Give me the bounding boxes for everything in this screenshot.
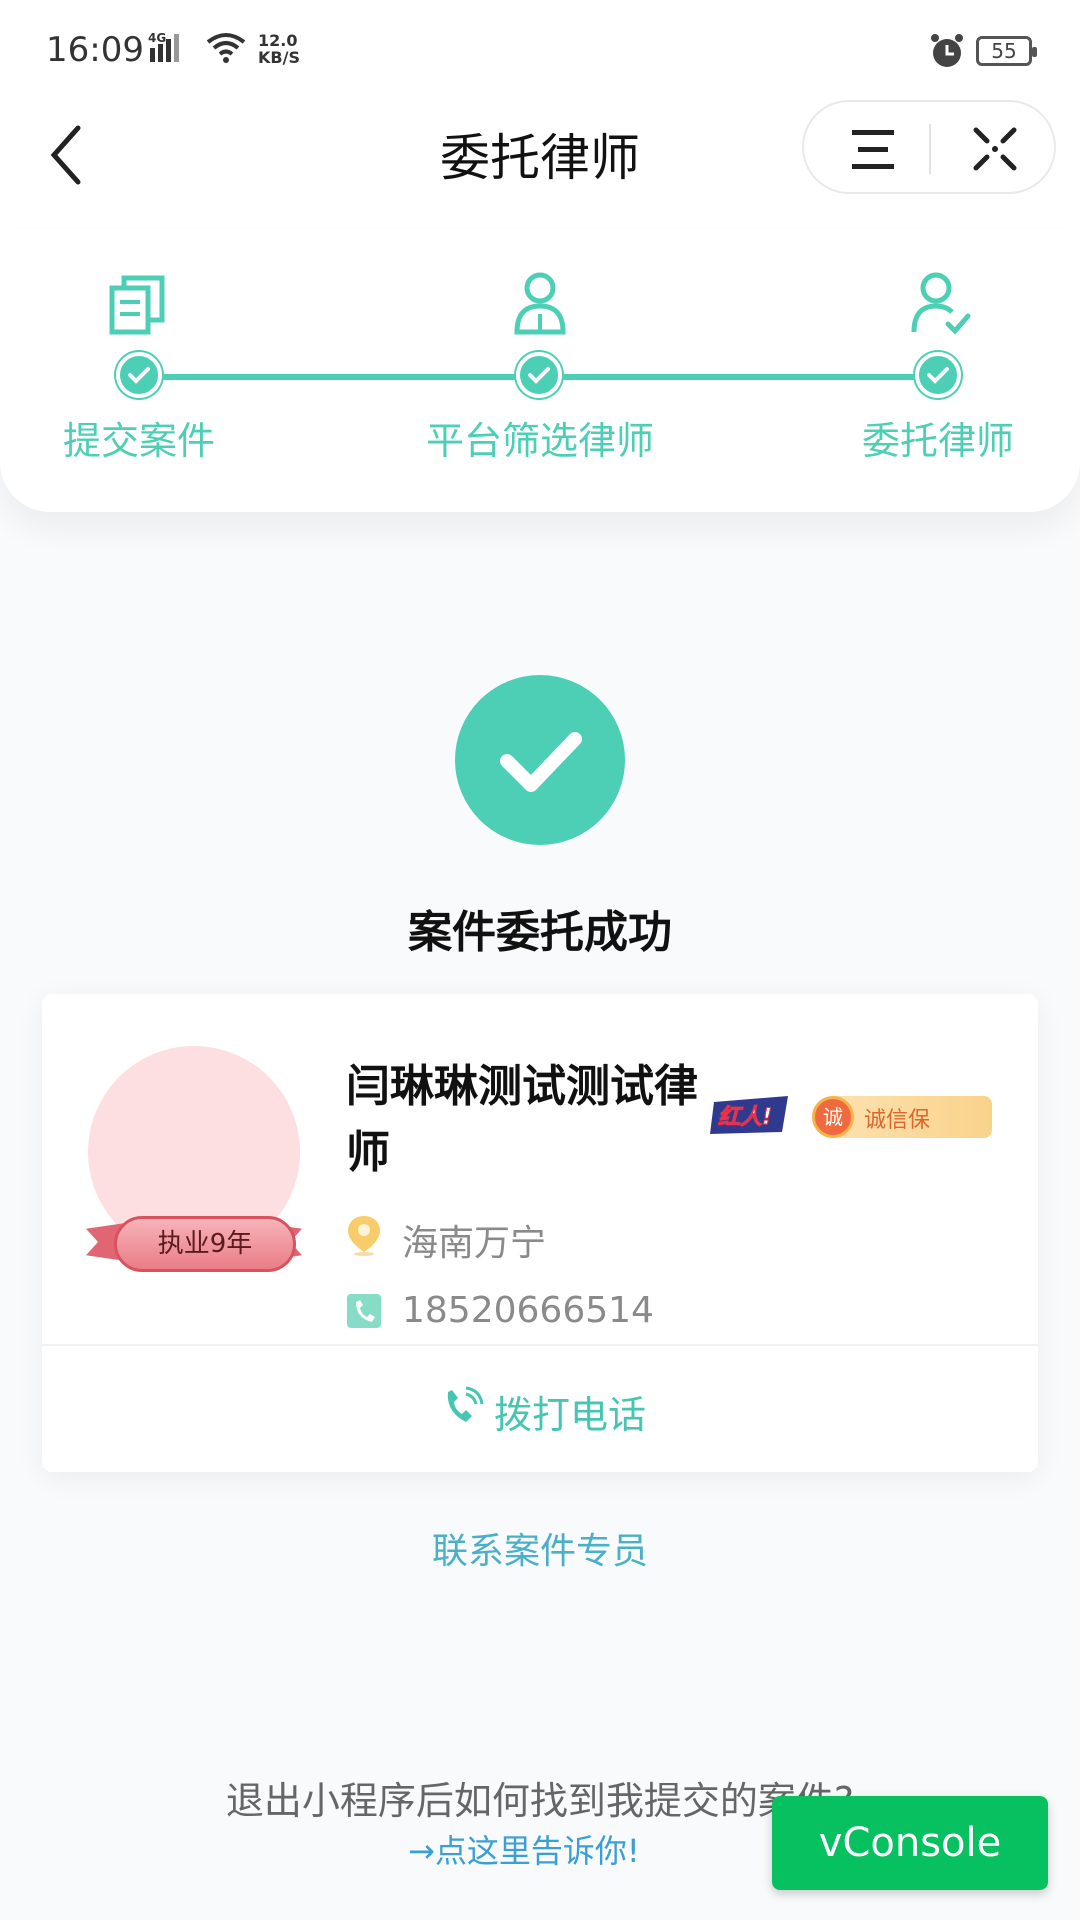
chengxin-badge-label: 诚信保 — [864, 1108, 931, 1133]
network-type: 4G — [148, 31, 166, 45]
contact-case-specialist-link[interactable]: 联系案件专员 — [0, 1522, 1080, 1574]
close-icon — [973, 127, 1017, 171]
success-title: 案件委托成功 — [408, 907, 672, 958]
user-icon — [514, 272, 566, 335]
battery-icon: 55 — [976, 36, 1037, 66]
close-button[interactable] — [970, 124, 1020, 174]
phone-icon — [347, 1294, 381, 1328]
wifi-icon — [206, 32, 246, 68]
location-pin-icon — [348, 1216, 380, 1256]
user-check-icon — [911, 272, 971, 335]
step-check-icon — [516, 352, 562, 398]
hongren-badge-text: 红人! — [718, 1105, 772, 1130]
lawyer-location: 海南万宁 — [402, 1223, 547, 1264]
step-label: 委托律师 — [861, 419, 1014, 463]
step-check-icon — [915, 352, 961, 398]
menu-button[interactable] — [844, 124, 904, 174]
vconsole-button[interactable]: vConsole — [772, 1796, 1048, 1890]
documents-icon — [109, 275, 165, 335]
progress-steps: 提交案件 平台筛选律师 委托律师 — [0, 230, 1080, 512]
lawyer-phone: 18520666514 — [402, 1290, 654, 1331]
status-bar: 16:09 4G 12.0 KB/S 55 — [0, 0, 1080, 100]
alarm-icon — [928, 32, 966, 74]
status-time: 16:09 — [46, 30, 144, 70]
hongren-badge-icon: 红人! — [710, 1094, 792, 1136]
phone-call-icon — [447, 1386, 484, 1422]
miniprogram-capsule — [802, 100, 1056, 194]
call-button-label: 拨打电话 — [494, 1393, 647, 1437]
experience-badge: 执业9年 — [114, 1216, 296, 1272]
success-check-icon — [455, 675, 625, 845]
nav-bar: 委托律师 — [0, 100, 1080, 230]
lawyer-name: 闫琳琳测试测试律师 — [346, 1061, 698, 1178]
footer-help-link[interactable]: →点这里告诉你! — [408, 1826, 640, 1872]
call-button[interactable]: 拨打电话 — [42, 1346, 1038, 1472]
chengxin-badge-icon: 诚 — [812, 1096, 854, 1138]
lawyer-card: 执业9年 闫琳琳测试测试律师 红人! 诚 诚信保 海南万宁 1852066651… — [42, 994, 1038, 1472]
speed-unit: KB/S — [258, 48, 300, 67]
step-label: 平台筛选律师 — [425, 419, 654, 463]
network-speed: 12.0 KB/S — [258, 32, 300, 66]
signal-icon: 4G — [148, 30, 196, 70]
step-label: 提交案件 — [62, 419, 215, 463]
menu-icon — [852, 130, 894, 169]
step-check-icon — [116, 352, 162, 398]
capsule-divider — [929, 124, 931, 174]
chengxin-badge: 诚 诚信保 — [812, 1096, 992, 1138]
